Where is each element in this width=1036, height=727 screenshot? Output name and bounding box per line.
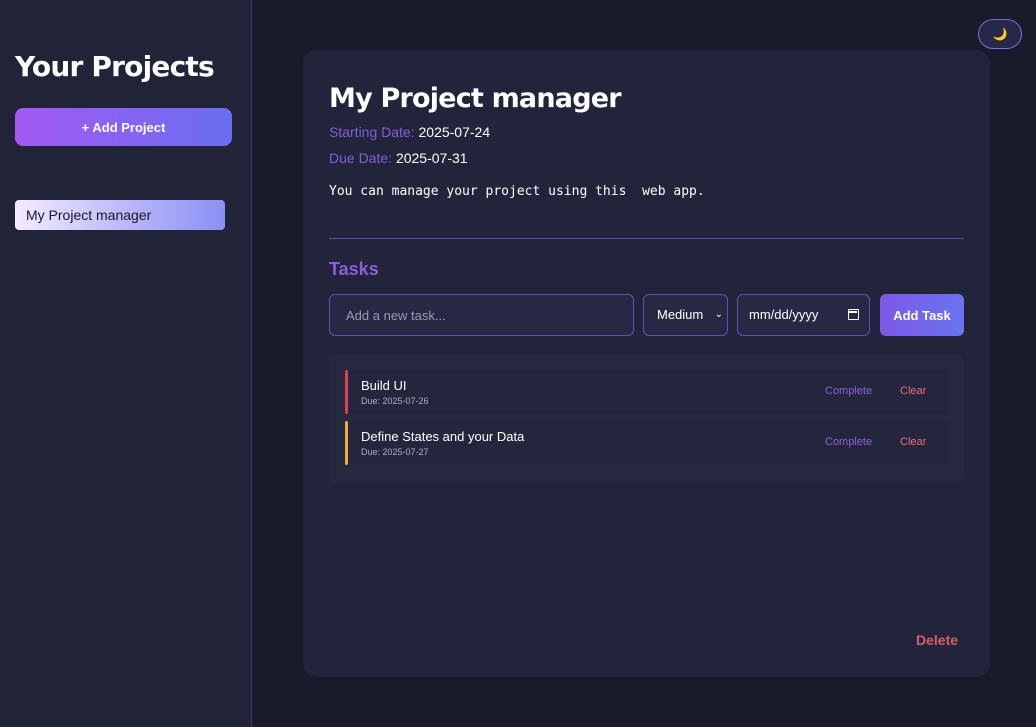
chevron-down-icon: ⌄: [714, 309, 723, 320]
task-due-date: Due: 2025-07-27: [361, 447, 429, 457]
list-item: Build UI Due: 2025-07-26 Complete Clear: [345, 370, 948, 414]
starting-date-label: Starting Date:: [329, 124, 415, 140]
priority-indicator: [345, 421, 348, 465]
due-date-label: Due Date:: [329, 150, 393, 166]
task-name: Define States and your Data: [361, 429, 525, 444]
priority-select[interactable]: Medium ⌄: [643, 294, 728, 336]
project-card: My Project manager Starting Date: 2025-0…: [303, 50, 990, 677]
add-project-button[interactable]: + Add Project: [15, 108, 232, 146]
task-due-date-input[interactable]: mm/dd/yyyy: [737, 294, 870, 336]
tasks-heading: Tasks: [329, 259, 379, 279]
sidebar-title: Your Projects: [15, 50, 215, 83]
priority-selected-value: Medium: [657, 307, 704, 322]
moon-icon: 🌙: [992, 27, 1008, 41]
task-due-date: Due: 2025-07-26: [361, 396, 429, 406]
list-item: Define States and your Data Due: 2025-07…: [345, 421, 948, 465]
due-date: Due Date: 2025-07-31: [329, 150, 468, 166]
complete-button[interactable]: Complete: [825, 385, 872, 397]
starting-date: Starting Date: 2025-07-24: [329, 124, 490, 140]
delete-project-button[interactable]: Delete: [916, 632, 958, 648]
divider: [329, 238, 964, 239]
theme-toggle-button[interactable]: 🌙: [978, 19, 1022, 49]
project-description: You can manage your project using this w…: [329, 184, 705, 199]
task-list: Build UI Due: 2025-07-26 Complete Clear …: [329, 355, 964, 483]
add-task-button[interactable]: Add Task: [880, 294, 964, 336]
sidebar: Your Projects + Add Project My Project m…: [0, 0, 252, 727]
date-placeholder: mm/dd/yyyy: [749, 307, 819, 322]
calendar-icon[interactable]: [848, 309, 859, 320]
project-title: My Project manager: [329, 83, 622, 114]
clear-button[interactable]: Clear: [900, 436, 926, 448]
task-name: Build UI: [361, 378, 407, 393]
clear-button[interactable]: Clear: [900, 385, 926, 397]
starting-date-value: 2025-07-24: [418, 124, 491, 140]
app-root: Your Projects + Add Project My Project m…: [0, 0, 1036, 727]
complete-button[interactable]: Complete: [825, 436, 872, 448]
sidebar-item-my-project-manager[interactable]: My Project manager: [15, 200, 225, 230]
priority-indicator: [345, 370, 348, 414]
new-task-input[interactable]: [329, 294, 634, 336]
due-date-value: 2025-07-31: [395, 150, 468, 166]
